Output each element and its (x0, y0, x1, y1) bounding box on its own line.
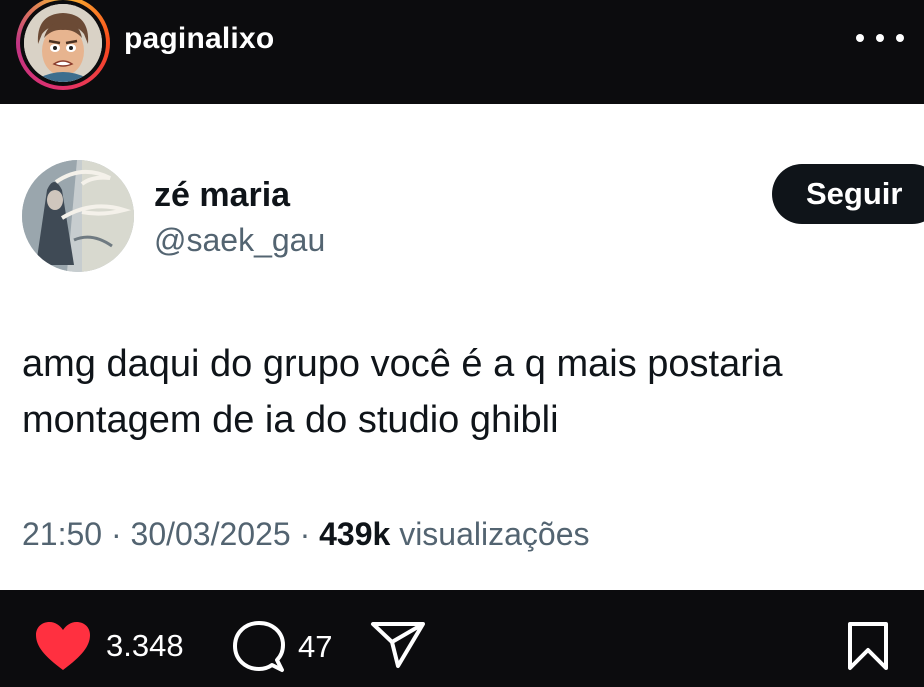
tweet-avatar[interactable] (22, 160, 134, 272)
profile-avatar[interactable] (24, 4, 102, 82)
cartoon-face-icon (24, 4, 102, 82)
comment-action[interactable]: 47 (232, 620, 332, 674)
tweet-card: zé maria @saek_gau Seguir amg daqui do g… (0, 104, 924, 590)
tweet-time[interactable]: 21:50 (22, 516, 102, 552)
tweet-text: amg daqui do grupo você é a q mais posta… (22, 336, 902, 448)
action-bar: 3.348 47 (0, 590, 924, 687)
tweet-handle[interactable]: @saek_gau (154, 222, 325, 259)
share-icon[interactable] (370, 620, 426, 670)
like-action[interactable]: 3.348 (34, 620, 184, 672)
save-action[interactable] (846, 620, 890, 672)
comment-icon[interactable] (232, 620, 286, 674)
views-count: 439k (319, 516, 391, 552)
tweet-text-line: montagem de ia do studio ghibli (22, 399, 559, 441)
more-horizontal-icon[interactable] (856, 20, 904, 56)
tweet-display-name[interactable]: zé maria (154, 176, 290, 215)
tweet-text-line: amg daqui do grupo você é a q mais posta… (22, 343, 783, 385)
post-username[interactable]: paginalixo (124, 22, 274, 56)
meta-separator: · (299, 516, 311, 552)
avatar-image (22, 160, 134, 272)
tweet-meta: 21:50 · 30/03/2025 · 439k visualizações (22, 516, 590, 553)
tweet-date[interactable]: 30/03/2025 (131, 516, 291, 552)
follow-button[interactable]: Seguir (772, 164, 924, 224)
story-ring[interactable] (16, 0, 110, 90)
heart-icon[interactable] (34, 620, 92, 672)
views-label: visualizações (399, 516, 590, 552)
share-action[interactable] (370, 620, 426, 670)
meta-separator: · (110, 516, 122, 552)
bookmark-icon[interactable] (846, 620, 890, 672)
comments-count[interactable]: 47 (298, 629, 332, 665)
post-header: paginalixo (0, 0, 924, 104)
likes-count[interactable]: 3.348 (106, 628, 184, 664)
